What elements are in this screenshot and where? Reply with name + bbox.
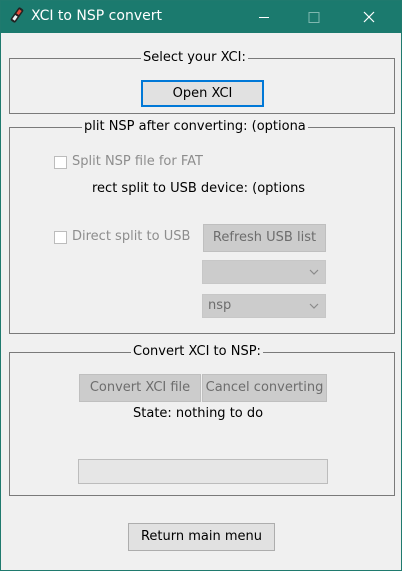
split-fat-checkbox[interactable] (54, 156, 67, 169)
maximize-button[interactable] (291, 1, 337, 33)
app-window: XCI to NSP convert Select your XCI: Open… (0, 0, 402, 571)
select-xci-group: Select your XCI: Open XCI (9, 50, 395, 114)
convert-group: Convert XCI to NSP: Convert XCI file Can… (9, 344, 395, 496)
window-title: XCI to NSP convert (31, 8, 162, 24)
app-icon (9, 7, 25, 25)
convert-xci-button[interactable]: Convert XCI file (79, 374, 201, 402)
format-value: nsp (208, 298, 232, 313)
cancel-converting-button[interactable]: Cancel converting (202, 374, 327, 402)
convert-progress-bar (78, 459, 328, 484)
title-bar[interactable]: XCI to NSP convert (1, 1, 401, 33)
direct-split-checkbox[interactable] (54, 231, 67, 244)
convert-legend: Convert XCI to NSP: (131, 344, 263, 360)
usb-split-heading: rect split to USB device: (options (92, 181, 306, 196)
chevron-down-icon (309, 303, 319, 309)
split-fat-label: Split NSP file for FAT (72, 154, 203, 169)
maximize-icon (308, 12, 320, 23)
split-nsp-group: plit NSP after converting: (optiona Spli… (9, 119, 395, 334)
usb-device-select[interactable] (202, 260, 326, 284)
state-text: State: nothing to do (133, 406, 264, 421)
minimize-button[interactable] (241, 1, 287, 33)
open-xci-button[interactable]: Open XCI (141, 80, 264, 107)
chevron-down-icon (309, 269, 319, 275)
close-icon (363, 11, 375, 23)
refresh-usb-button[interactable]: Refresh USB list (203, 224, 326, 252)
close-button[interactable] (346, 1, 392, 33)
split-nsp-legend: plit NSP after converting: (optiona (82, 119, 308, 135)
select-xci-legend: Select your XCI: (141, 50, 248, 66)
direct-split-label: Direct split to USB (72, 229, 190, 244)
format-select[interactable]: nsp (202, 294, 326, 318)
return-main-menu-button[interactable]: Return main menu (128, 523, 275, 551)
